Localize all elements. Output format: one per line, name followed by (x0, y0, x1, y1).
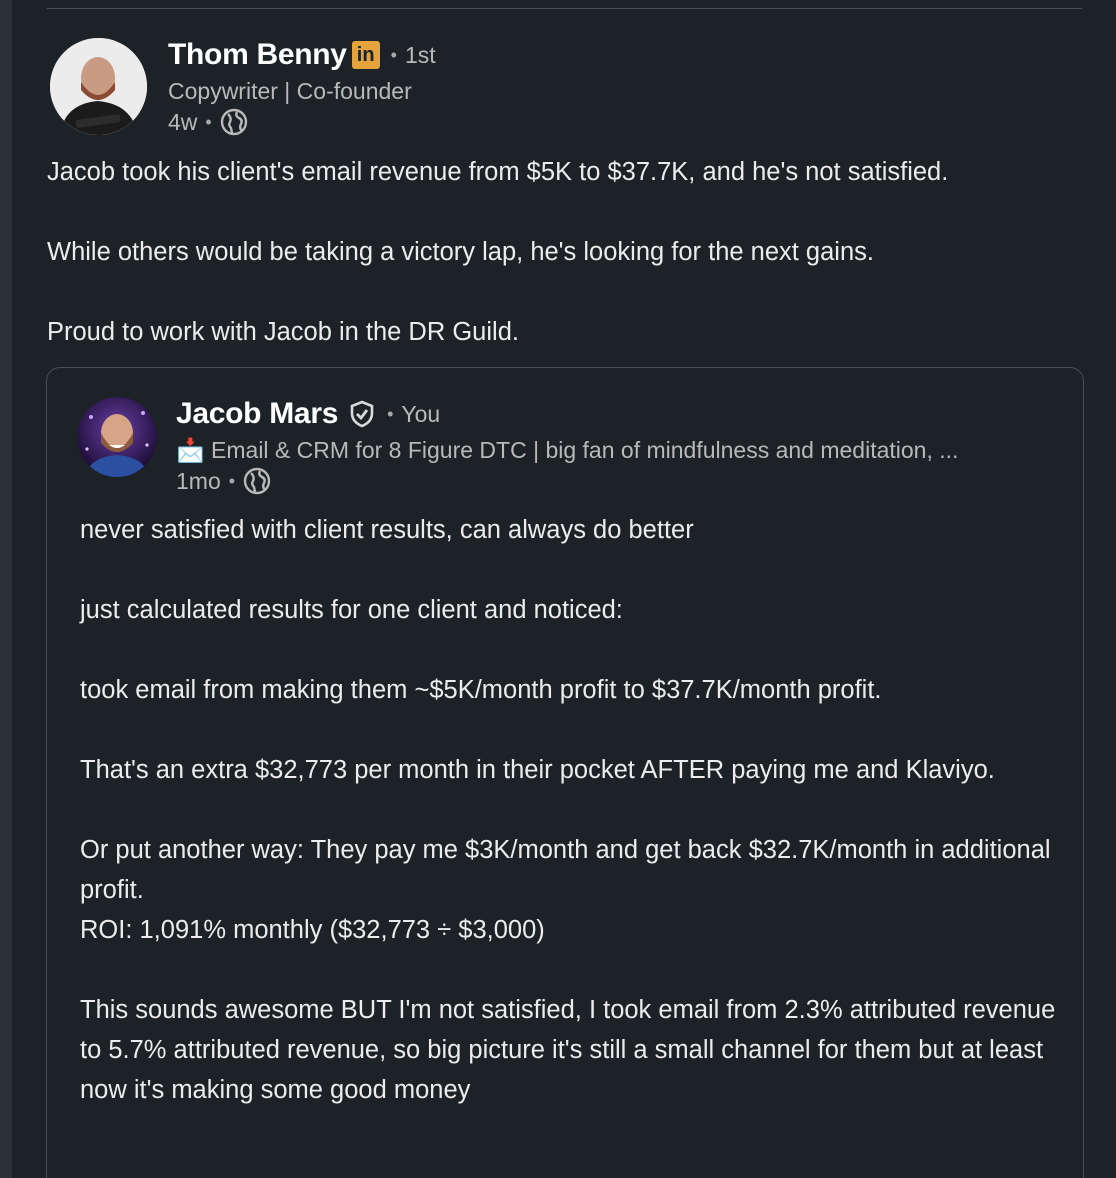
quoted-paragraph: never satisfied with client results, can… (80, 516, 694, 544)
premium-badge-icon: in (351, 41, 380, 69)
quoted-paragraph: That's an extra $32,773 per month in the… (80, 756, 995, 784)
quoted-post[interactable]: Jacob Mars • You 📩 Email & CRM for 8 Fig… (46, 367, 1084, 1178)
quoted-paragraph: This sounds awesome BUT I'm not satisfie… (80, 996, 1056, 1104)
feed-left-border (0, 0, 12, 1178)
quoted-paragraph: took email from making them ~$5K/month p… (80, 676, 882, 704)
quoted-paragraph: just calculated results for one client a… (80, 596, 623, 624)
separator-dot: • (390, 44, 397, 65)
quoted-paragraph: Or put another way: They pay me $3K/mont… (80, 836, 1051, 904)
verified-shield-icon (348, 400, 376, 428)
post-paragraph: While others would be taking a victory l… (47, 238, 874, 266)
quoted-paragraph: ROI: 1,091% monthly ($32,773 ÷ $3,000) (80, 916, 545, 944)
post-paragraph: Jacob took his client's email revenue fr… (47, 158, 949, 186)
separator-dot: • (387, 403, 394, 424)
divider (47, 8, 1082, 9)
inbox-tray-icon: 📩 (176, 437, 205, 463)
post-body: Jacob took his client's email revenue fr… (47, 152, 1097, 352)
quoted-author-headline: 📩 Email & CRM for 8 Figure DTC | big fan… (176, 437, 959, 463)
post-header: Thom Benny in • 1st Copywriter | Co-foun… (50, 38, 436, 138)
feed-frame: Thom Benny in • 1st Copywriter | Co-foun… (0, 0, 1116, 1178)
author-headline: Copywriter | Co-founder (168, 78, 412, 104)
quoted-connection: You (401, 400, 441, 427)
quoted-post-header: Jacob Mars • You 📩 Email & CRM for 8 Fig… (77, 397, 958, 497)
quoted-timestamp[interactable]: 1mo (176, 468, 221, 495)
post-paragraph: Proud to work with Jacob in the DR Guild… (47, 318, 519, 346)
connection-degree: 1st (404, 41, 436, 68)
globe-icon (243, 467, 271, 495)
separator-dot: • (205, 111, 212, 132)
avatar-thom-benny[interactable] (50, 38, 147, 135)
avatar-jacob-mars[interactable] (77, 397, 157, 477)
author-name[interactable]: Thom Benny (168, 38, 347, 72)
post-timestamp[interactable]: 4w (168, 109, 197, 136)
globe-icon (220, 108, 248, 136)
separator-dot: • (228, 470, 236, 491)
quoted-post-body: never satisfied with client results, can… (80, 510, 1070, 1110)
quoted-author-name[interactable]: Jacob Mars (176, 397, 338, 431)
